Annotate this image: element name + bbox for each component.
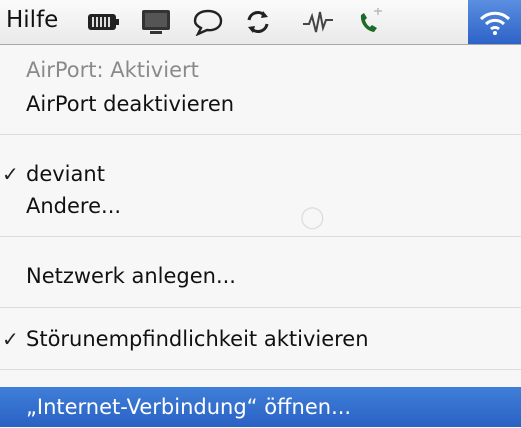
- airport-toggle-label: AirPort deaktivieren: [26, 92, 235, 116]
- menu-separator: [0, 369, 521, 370]
- airport-toggle-item[interactable]: AirPort deaktivieren: [0, 87, 521, 121]
- menu-bar: Hilfe: [0, 0, 521, 45]
- sync-icon[interactable]: [240, 6, 276, 38]
- menu-separator: [0, 236, 521, 237]
- checkmark-icon: ✓: [2, 162, 19, 186]
- airport-status-label: AirPort: Aktiviert: [26, 58, 199, 82]
- display-icon[interactable]: [138, 6, 174, 38]
- airport-status-item: AirPort: Aktiviert: [0, 53, 521, 87]
- phone-icon[interactable]: [352, 6, 388, 38]
- menu-separator: [0, 134, 521, 135]
- airport-dropdown-menu: ◯ AirPort: Aktiviert AirPort deaktiviere…: [0, 45, 521, 428]
- network-item-deviant[interactable]: ✓ deviant: [0, 157, 521, 191]
- open-internet-connect-item[interactable]: „Internet-Verbindung“ öffnen...: [0, 387, 521, 427]
- battery-icon[interactable]: [86, 6, 122, 38]
- interference-label: Störunempfindlichkeit aktivieren: [26, 327, 369, 351]
- speech-bubble-icon[interactable]: [190, 6, 226, 38]
- signal-icon[interactable]: [300, 6, 336, 38]
- interference-robustness-item[interactable]: ✓ Störunempfindlichkeit aktivieren: [0, 322, 521, 356]
- network-item-other[interactable]: Andere...: [0, 189, 521, 223]
- create-network-label: Netzwerk anlegen...: [26, 264, 236, 288]
- help-menu-title[interactable]: Hilfe: [6, 7, 58, 33]
- checkmark-icon: ✓: [2, 327, 19, 351]
- create-network-item[interactable]: Netzwerk anlegen...: [0, 259, 521, 293]
- wifi-icon[interactable]: [468, 0, 521, 44]
- open-internet-connect-label: „Internet-Verbindung“ öffnen...: [26, 395, 352, 419]
- network-label: deviant: [26, 162, 105, 186]
- menu-separator: [0, 307, 521, 308]
- network-label: Andere...: [26, 194, 122, 218]
